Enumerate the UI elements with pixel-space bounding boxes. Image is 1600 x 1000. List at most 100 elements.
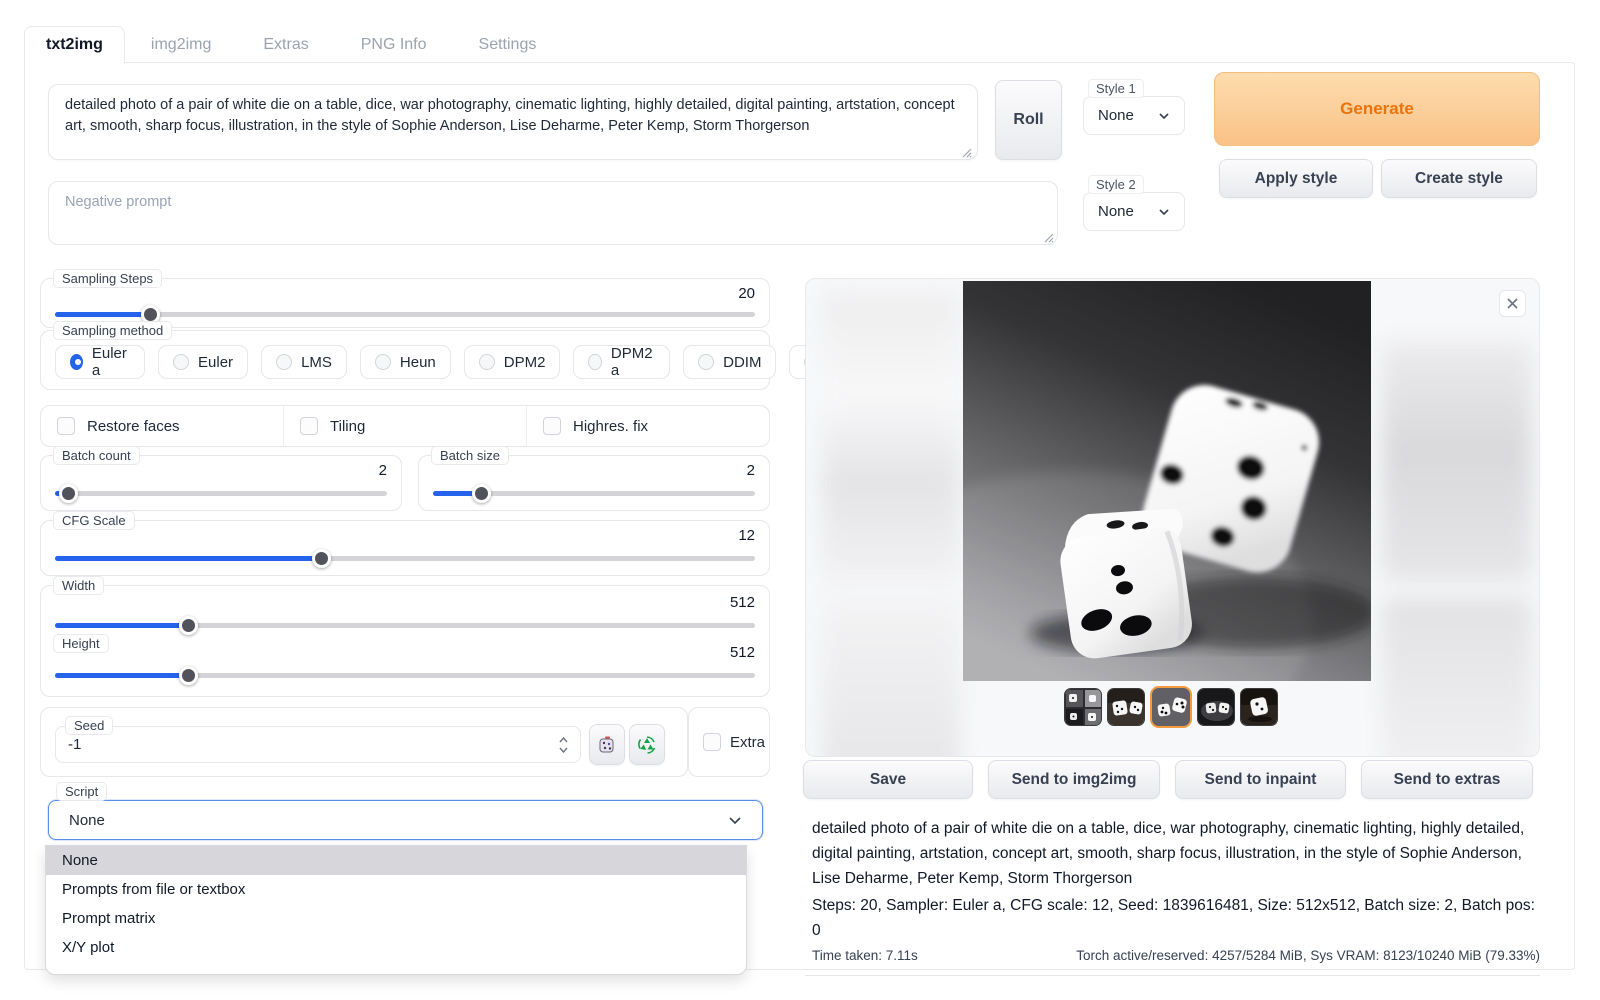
script-option-none[interactable]: None <box>46 846 746 875</box>
extra-checkbox[interactable]: Extra <box>689 708 769 776</box>
width-label: Width <box>53 576 104 595</box>
generate-button[interactable]: Generate <box>1214 72 1540 146</box>
create-style-button[interactable]: Create style <box>1381 159 1537 198</box>
dice-icon <box>597 735 617 755</box>
close-icon <box>1506 297 1519 310</box>
restore-faces-checkbox[interactable]: Restore faces <box>41 406 283 446</box>
thumbnail-3-selected[interactable] <box>1150 686 1192 728</box>
reuse-seed-button[interactable] <box>629 724 665 765</box>
tab-txt2img[interactable]: txt2img <box>24 26 125 64</box>
tab-extras[interactable]: Extras <box>237 26 334 64</box>
resize-grip-icon[interactable] <box>960 146 972 158</box>
batch-count-slider[interactable] <box>55 484 387 502</box>
height-slider[interactable] <box>55 666 755 684</box>
checkbox-icon <box>57 417 75 435</box>
cfg-scale-slider[interactable] <box>55 549 755 567</box>
batch-count-panel: Batch count 2 <box>40 455 402 511</box>
radio-dpm2[interactable]: DPM2 <box>464 345 561 379</box>
negative-prompt-input[interactable] <box>48 181 1058 245</box>
chevron-down-icon <box>728 816 742 825</box>
roll-button[interactable]: Roll <box>995 80 1062 160</box>
batch-size-panel: Batch size 2 <box>418 455 770 511</box>
sampling-steps-label: Sampling Steps <box>53 269 162 288</box>
dice-thumb-icon <box>1152 688 1190 726</box>
slider-knob[interactable] <box>59 484 78 503</box>
checkbox-icon <box>703 733 721 751</box>
seed-input[interactable]: -1 <box>55 726 581 763</box>
radio-off-icon <box>479 354 495 370</box>
tab-img2img[interactable]: img2img <box>125 26 237 64</box>
style2-label: Style 2 <box>1088 175 1144 194</box>
toggles-row: Restore faces Tiling Highres. fix <box>40 405 770 447</box>
radio-ddim[interactable]: DDIM <box>683 345 776 379</box>
thumbnail-1[interactable] <box>1064 688 1102 726</box>
send-to-img2img-button[interactable]: Send to img2img <box>988 760 1160 799</box>
stepper-icon[interactable] <box>557 734 570 756</box>
blurred-preview <box>1382 597 1532 757</box>
thumbnail-5[interactable] <box>1240 688 1278 726</box>
height-label: Height <box>53 634 109 653</box>
resize-grip-icon[interactable] <box>1042 231 1054 243</box>
radio-lms[interactable]: LMS <box>261 345 347 379</box>
recycle-icon <box>637 735 657 755</box>
thumbnail-4[interactable] <box>1197 688 1235 726</box>
style2-select[interactable]: None <box>1083 192 1185 231</box>
highres-fix-checkbox[interactable]: Highres. fix <box>526 406 769 446</box>
blurred-preview <box>822 599 960 757</box>
radio-on-icon <box>70 354 83 370</box>
batch-size-label: Batch size <box>431 446 509 465</box>
tab-settings[interactable]: Settings <box>453 26 563 64</box>
size-panel: Width 512 Height 512 <box>40 585 770 697</box>
script-option-prompt-matrix[interactable]: Prompt matrix <box>46 904 746 933</box>
radio-euler[interactable]: Euler <box>158 345 248 379</box>
generated-image[interactable] <box>963 281 1371 681</box>
sampling-method-panel: Sampling method Euler a Euler LMS Heun D… <box>40 330 770 390</box>
script-option-xy-plot[interactable]: X/Y plot <box>46 933 746 962</box>
tiling-checkbox[interactable]: Tiling <box>283 406 526 446</box>
radio-off-icon <box>698 354 714 370</box>
batch-count-label: Batch count <box>53 446 140 465</box>
batch-size-slider[interactable] <box>433 484 755 502</box>
vram-stats-text: Torch active/reserved: 4257/5284 MiB, Sy… <box>1076 948 1540 963</box>
chevron-down-icon <box>1158 208 1170 216</box>
close-gallery-button[interactable] <box>1499 290 1526 317</box>
style1-value: None <box>1098 107 1134 124</box>
sampling-method-label: Sampling method <box>53 321 172 340</box>
save-button[interactable]: Save <box>803 760 973 799</box>
batch-count-value: 2 <box>379 462 387 479</box>
apply-style-button[interactable]: Apply style <box>1219 159 1373 198</box>
batch-size-value: 2 <box>747 462 755 479</box>
seed-panel: Seed -1 <box>40 707 688 777</box>
seed-label: Seed <box>65 716 113 735</box>
tab-bar: txt2img img2img Extras PNG Info Settings <box>24 26 562 64</box>
seed-value: -1 <box>68 736 81 753</box>
chevron-down-icon <box>1158 112 1170 120</box>
thumbnail-strip <box>1064 686 1278 728</box>
radio-heun[interactable]: Heun <box>360 345 451 379</box>
radio-euler-a[interactable]: Euler a <box>55 345 145 379</box>
tab-png-info[interactable]: PNG Info <box>335 26 453 64</box>
result-gallery <box>805 278 1540 757</box>
cfg-scale-label: CFG Scale <box>53 511 135 530</box>
script-option-prompts-file[interactable]: Prompts from file or textbox <box>46 875 746 904</box>
prompt-input[interactable]: detailed photo of a pair of white die on… <box>48 84 978 160</box>
send-to-extras-button[interactable]: Send to extras <box>1361 760 1533 799</box>
slider-knob[interactable] <box>179 616 198 635</box>
style2-value: None <box>1098 203 1134 220</box>
send-to-inpaint-button[interactable]: Send to inpaint <box>1175 760 1346 799</box>
slider-knob[interactable] <box>472 484 491 503</box>
radio-off-icon <box>173 354 189 370</box>
thumbnail-2[interactable] <box>1107 688 1145 726</box>
radio-off-icon <box>276 354 292 370</box>
slider-knob[interactable] <box>179 666 198 685</box>
cfg-scale-value: 12 <box>738 527 755 544</box>
dice-thumb-icon <box>1241 689 1278 726</box>
style1-select[interactable]: None <box>1083 96 1185 135</box>
radio-dpm2-a[interactable]: DPM2 a <box>573 345 670 379</box>
slider-knob[interactable] <box>312 549 331 568</box>
width-slider[interactable] <box>55 616 755 634</box>
random-seed-button[interactable] <box>589 724 625 765</box>
txt2img-app: txt2img img2img Extras PNG Info Settings… <box>0 0 1600 1000</box>
script-select[interactable]: None <box>48 800 763 840</box>
script-label: Script <box>56 782 107 801</box>
